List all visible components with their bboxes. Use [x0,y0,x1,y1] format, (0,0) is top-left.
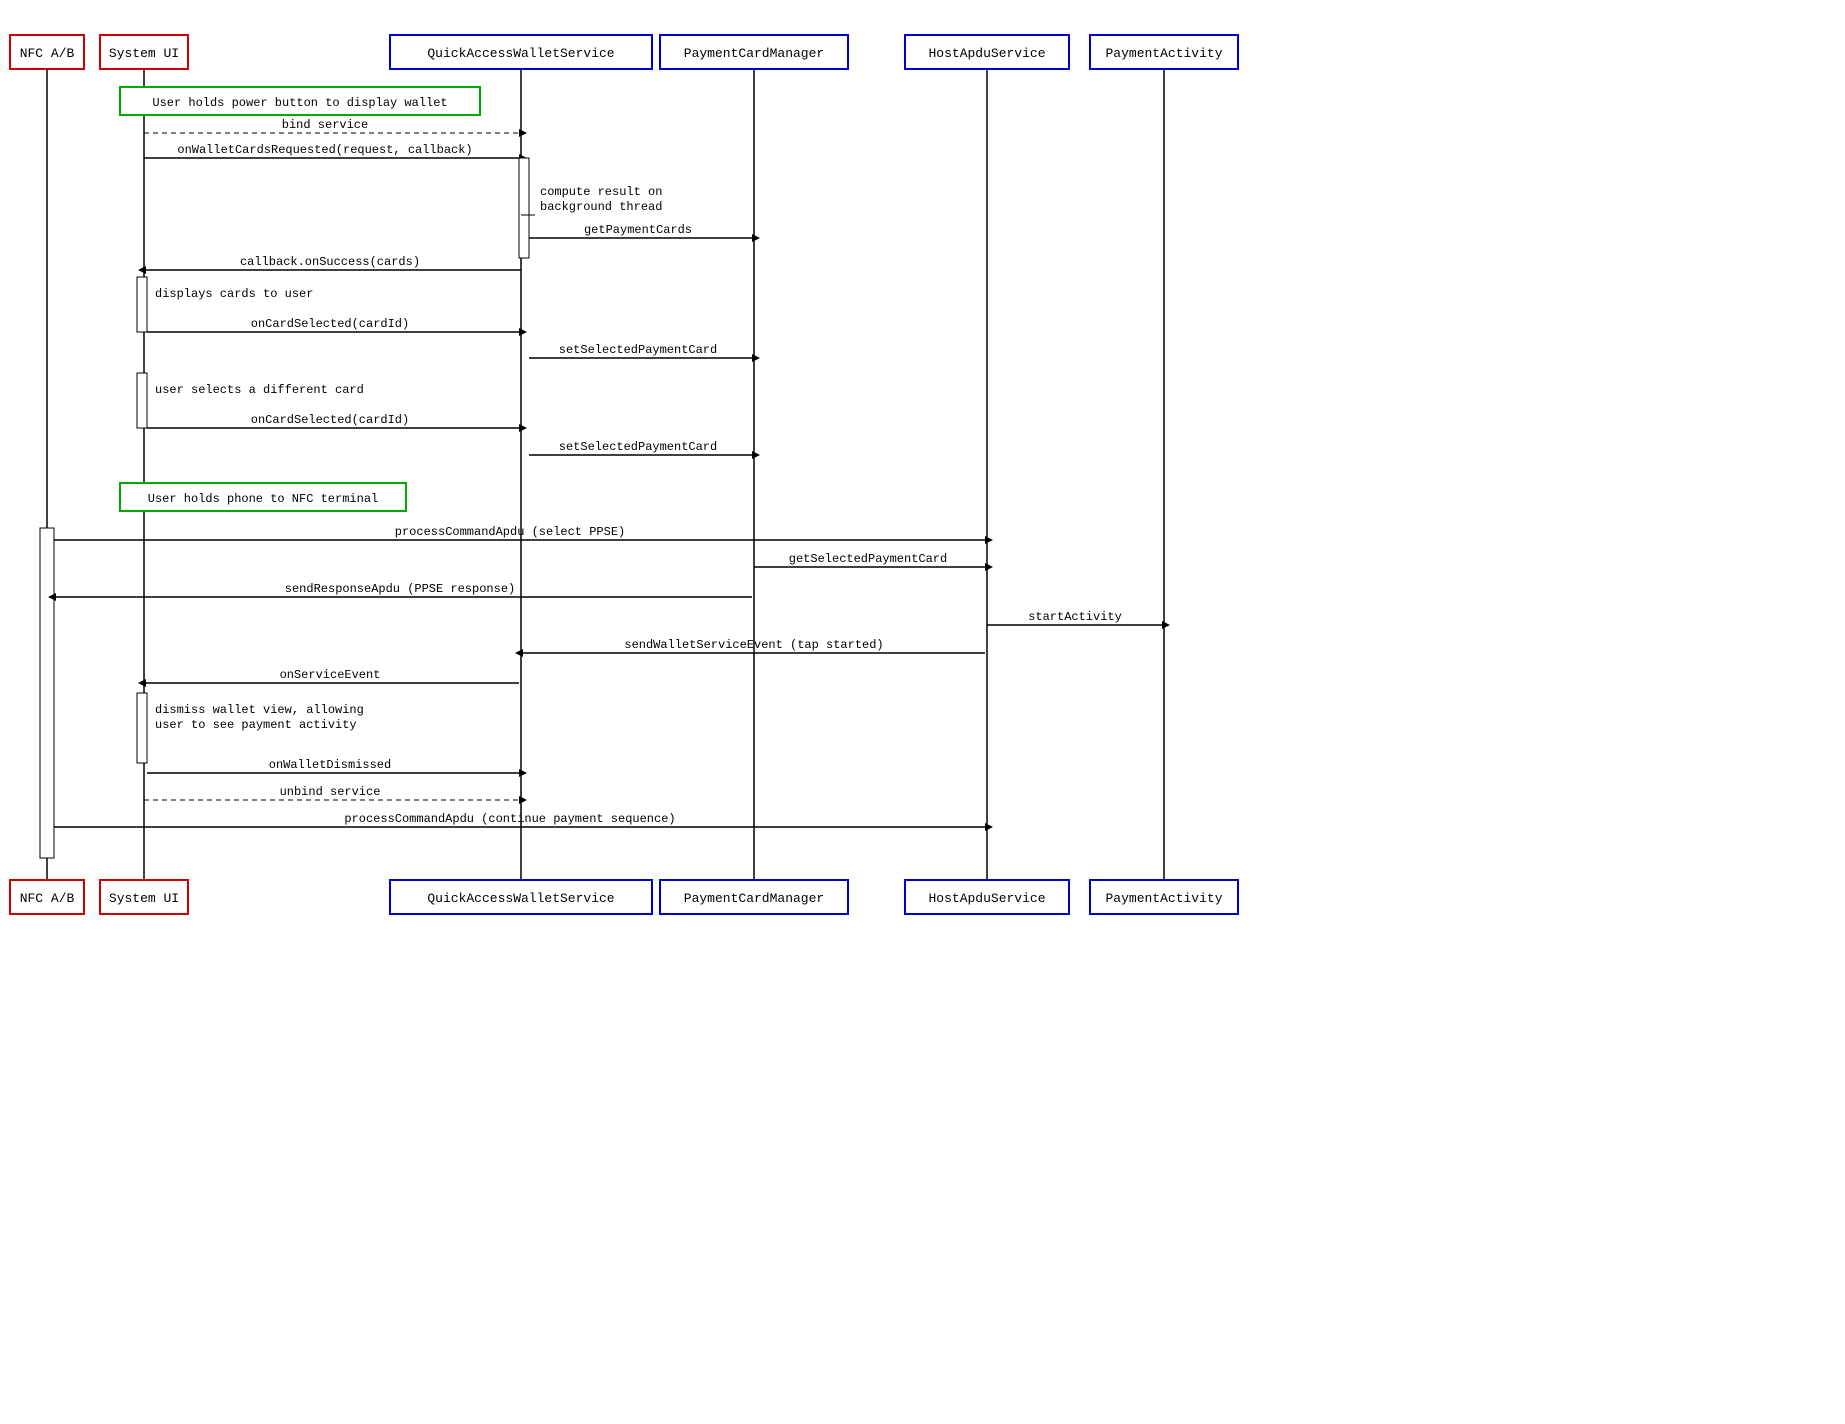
msg-wallet-event-arrow [515,649,523,657]
msg-set-payment1-label: setSelectedPaymentCard [559,343,717,357]
svg-text:background thread: background thread [540,200,662,214]
diagram-container: NFC A/B System UI QuickAccessWalletServi… [0,0,1245,950]
msg-wallet-dismissed-label: onWalletDismissed [269,758,391,772]
msg-wallet-cards-label: onWalletCardsRequested(request, callback… [177,143,472,157]
msg-wallet-dismissed-arrow [519,769,527,777]
actor-hostapdu-top: HostApduService [928,46,1045,61]
actor-wallet-top: QuickAccessWalletService [427,46,614,61]
note-dismiss-wallet: dismiss wallet view, allowing [155,703,364,717]
msg-service-event-arrow [138,679,146,687]
msg-start-activity-label: startActivity [1028,610,1122,624]
msg-service-event-label: onServiceEvent [280,668,381,682]
msg-start-activity-arrow [1162,621,1170,629]
msg-card-selected2-label: onCardSelected(cardId) [251,413,409,427]
note-power-button: User holds power button to display walle… [152,96,447,110]
msg-get-payment-arrow [752,234,760,242]
msg-process-cmd2-label: processCommandApdu (continue payment seq… [344,812,675,826]
msg-get-payment-label: getPaymentCards [584,223,692,237]
note-nfc-terminal: User holds phone to NFC terminal [148,492,378,506]
actor-payment-top: PaymentCardManager [684,46,824,61]
note-displays-cards: displays cards to user [155,287,313,301]
msg-bind-service-label: bind service [282,118,368,132]
msg-wallet-event-label: sendWalletServiceEvent (tap started) [624,638,883,652]
msg-bind-service-arrow [519,129,527,137]
actor-payment-bottom: PaymentCardManager [684,891,824,906]
msg-get-selected-arrow [985,563,993,571]
msg-card-selected1-arrow [519,328,527,336]
actor-wallet-bottom: QuickAccessWalletService [427,891,614,906]
actor-systemui-top: System UI [109,46,179,61]
msg-unbind-label: unbind service [280,785,381,799]
msg-set-payment2-label: setSelectedPaymentCard [559,440,717,454]
actor-payact-top: PaymentActivity [1105,46,1222,61]
msg-set-payment1-arrow [752,354,760,362]
msg-process-cmd1-arrow [985,536,993,544]
msg-send-response-label: sendResponseApdu (PPSE response) [285,582,515,596]
note-diff-card: user selects a different card [155,383,364,397]
actor-nfc-top: NFC A/B [20,46,75,61]
actor-hostapdu-bottom: HostApduService [928,891,1045,906]
msg-card-selected1-label: onCardSelected(cardId) [251,317,409,331]
actor-systemui-bottom: System UI [109,891,179,906]
note-compute-label: compute result on [540,185,662,199]
msg-set-payment2-arrow [752,451,760,459]
msg-card-selected2-arrow [519,424,527,432]
msg-callback-label: callback.onSuccess(cards) [240,255,420,269]
msg-get-selected-label: getSelectedPaymentCard [789,552,947,566]
actor-payact-bottom: PaymentActivity [1105,891,1222,906]
msg-process-cmd2-arrow [985,823,993,831]
msg-callback-arrow [138,266,146,274]
svg-text:user to see payment activity: user to see payment activity [155,718,357,732]
msg-unbind-arrow [519,796,527,804]
actor-nfc-bottom: NFC A/B [20,891,75,906]
msg-process-cmd1-label: processCommandApdu (select PPSE) [395,525,625,539]
